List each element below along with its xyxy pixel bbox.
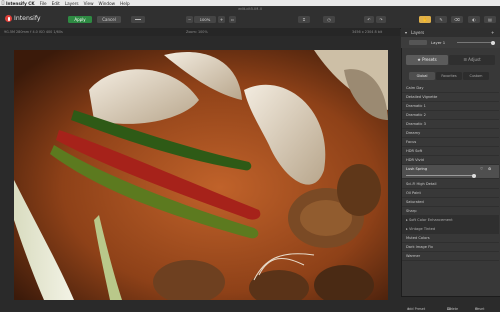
tab-presets[interactable]: ★ Presets	[406, 55, 448, 65]
zoom-field[interactable]: 100%	[194, 16, 216, 23]
fit-view-icon[interactable]: ▫	[229, 16, 236, 23]
panel-footer: + Add Preset ⌦ Delete ↺ Reset	[401, 296, 500, 312]
preset-amount-slider[interactable]	[406, 175, 476, 176]
layer-opacity-knob[interactable]	[491, 40, 495, 45]
preset-item[interactable]: Warmer	[402, 252, 499, 261]
menu-layers[interactable]: Layers	[65, 1, 79, 6]
crop-icon[interactable]: ⌗	[298, 16, 310, 23]
menu-help[interactable]: Help	[120, 1, 130, 6]
intensify-logo-icon	[5, 15, 12, 22]
zoom-readout: Zoom: 100%	[186, 30, 208, 34]
compare-button[interactable]	[131, 16, 145, 23]
image-dimensions: 3456 x 2304 8 bit	[352, 30, 383, 34]
zoom-out-icon[interactable]: −	[186, 16, 193, 23]
undo-icon[interactable]: ↶	[364, 16, 374, 23]
menu-window[interactable]: Window	[99, 1, 116, 6]
preset-item[interactable]: Dramatic 2	[402, 111, 499, 120]
delete-label: Delete	[447, 307, 459, 311]
preset-item-selected[interactable]: Lush Spring ♡ ⚙	[402, 165, 499, 179]
preset-item[interactable]: Muted Colors	[402, 234, 499, 243]
layers-header-label: Layers	[411, 30, 425, 35]
layer-opacity-slider[interactable]	[457, 42, 495, 43]
hand-tool-icon[interactable]: ✋	[419, 16, 431, 23]
history-icon[interactable]: ◷	[323, 16, 335, 23]
layers-header[interactable]: ▾ Layers +	[401, 28, 500, 37]
preset-item[interactable]: Oil Paint	[402, 189, 499, 198]
preset-group-label: Soft Color Enhancement	[408, 218, 453, 222]
exif-info: 9G.5M 280mm f 4.0 ISO 400 1/60s	[4, 30, 63, 34]
subtab-favorites[interactable]: Favorites	[436, 72, 462, 80]
layer-row[interactable]: Layer 1	[401, 37, 500, 48]
preset-options-icon[interactable]: ⚙	[488, 165, 491, 174]
reset-label: Reset	[475, 307, 485, 311]
preset-item[interactable]: Dark Image Fix	[402, 243, 499, 252]
gradient-tool-icon[interactable]: ◐	[468, 16, 480, 23]
add-preset-label: Add Preset	[407, 307, 426, 311]
subtab-custom[interactable]: Custom	[463, 72, 489, 80]
preset-list: Calm Day Detailed Vignette Dramatic 1 Dr…	[402, 84, 500, 294]
preset-group-label: Vintage Tinted	[408, 227, 436, 231]
app-name: Intensify	[14, 15, 41, 22]
layers-chevron-icon[interactable]: ▾	[405, 30, 407, 35]
preset-item[interactable]: Detailed Vignette	[402, 93, 499, 102]
garlic-chili-photo	[14, 50, 388, 300]
preset-group[interactable]: ▸ Soft Color Enhancement	[402, 216, 499, 225]
preset-item[interactable]: Saturated	[402, 198, 499, 207]
preset-item[interactable]: Calm Day	[402, 84, 499, 93]
preset-item[interactable]: Dramatic 1	[402, 102, 499, 111]
preset-amount-knob[interactable]	[472, 173, 476, 178]
preset-item[interactable]: Dreamy	[402, 129, 499, 138]
preset-selected-label: Lush Spring	[406, 167, 428, 171]
menu-app[interactable]: Intensify CK	[6, 1, 35, 6]
menu-file[interactable]: File	[40, 1, 47, 6]
preset-item[interactable]: Sharp	[402, 207, 499, 216]
menu-edit[interactable]: Edit	[52, 1, 60, 6]
sidebar-toggle-icon[interactable]: ▤	[484, 16, 496, 23]
layer-thumbnail	[409, 40, 427, 45]
zoom-in-icon[interactable]: +	[218, 16, 225, 23]
image-info-bar: 9G.5M 280mm f 4.0 ISO 400 1/60s Zoom: 10…	[0, 28, 400, 36]
redo-icon[interactable]: ↷	[376, 16, 386, 23]
preset-item[interactable]: HDR Soft	[402, 147, 499, 156]
preset-item[interactable]: Dramatic 3	[402, 120, 499, 129]
eraser-tool-icon[interactable]: ⌫	[451, 16, 463, 23]
layer-name: Layer 1	[431, 40, 446, 45]
menu-view[interactable]: View	[84, 1, 94, 6]
tab-adjust-label: Adjust	[468, 57, 481, 62]
add-layer-icon[interactable]: +	[491, 30, 494, 35]
brush-tool-icon[interactable]: ✎	[435, 16, 447, 23]
preset-group[interactable]: ▸ Vintage Tinted	[402, 225, 499, 234]
preset-item[interactable]: HDR Vivid	[402, 156, 499, 165]
photo-preview[interactable]	[14, 50, 388, 300]
cancel-button[interactable]: Cancel	[97, 16, 121, 23]
document-title: edit-cit5.IM-II	[238, 7, 262, 11]
preset-item[interactable]: Sci-Fi High Detail	[402, 180, 499, 189]
subtab-global[interactable]: Global	[409, 72, 435, 80]
favorite-icon[interactable]: ♡	[480, 165, 483, 174]
tab-presets-label: Presets	[422, 57, 437, 62]
apply-button[interactable]: Apply	[68, 16, 92, 23]
preset-item[interactable]: Focus	[402, 138, 499, 147]
tab-adjust[interactable]: ☰ Adjust	[449, 55, 495, 65]
